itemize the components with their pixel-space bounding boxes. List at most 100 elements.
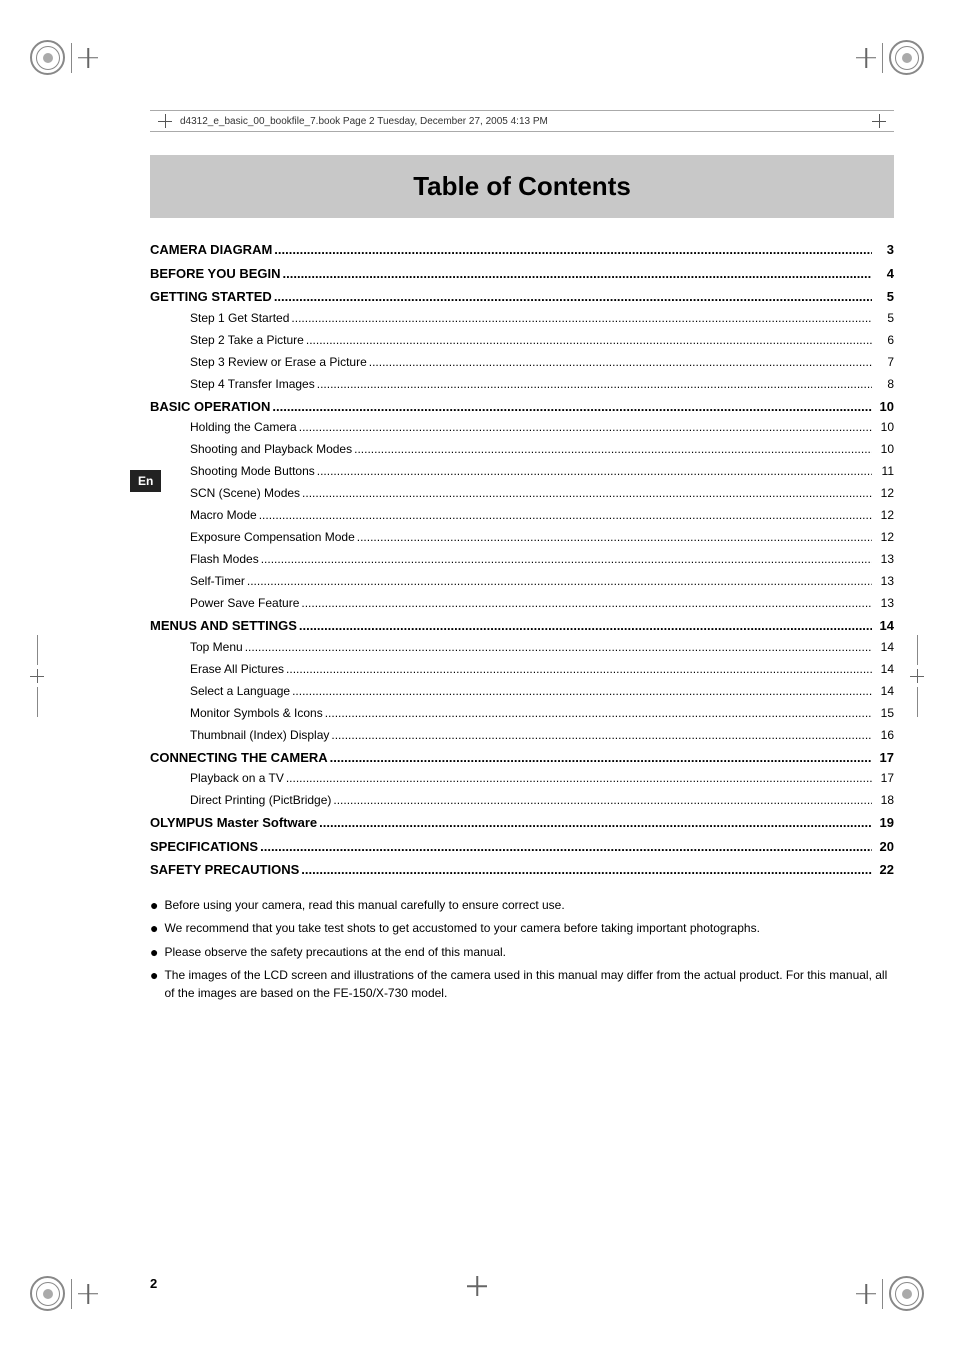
top-right-crosshair <box>856 48 876 68</box>
note-item: ●We recommend that you take test shots t… <box>150 919 894 939</box>
bottom-left-circle <box>30 1276 65 1311</box>
toc-label: BASIC OPERATION <box>150 397 270 417</box>
toc-entry: SCN (Scene) Modes.......................… <box>150 484 894 502</box>
toc-label: Power Save Feature <box>190 594 299 612</box>
toc-dots: ........................................… <box>245 638 872 656</box>
toc-label: Monitor Symbols & Icons <box>190 704 323 722</box>
toc-page: 13 <box>874 594 894 612</box>
toc-page: 13 <box>874 550 894 568</box>
toc-dots: ........................................… <box>274 240 872 260</box>
toc-dots: ........................................… <box>291 309 872 327</box>
toc-label: GETTING STARTED <box>150 287 272 307</box>
toc-page: 3 <box>874 240 894 260</box>
toc-entry: Power Save Feature......................… <box>150 594 894 612</box>
toc-page: 10 <box>874 397 894 417</box>
note-item: ● Please observe the safety precautions a… <box>150 943 894 963</box>
toc-entry: SAFETY PRECAUTIONS......................… <box>150 860 894 880</box>
toc-entry: CAMERA DIAGRAM..........................… <box>150 240 894 260</box>
toc-dots: ........................................… <box>283 264 872 284</box>
toc-entry: GETTING STARTED.........................… <box>150 287 894 307</box>
note-text: Please observe the safety precautions at… <box>164 943 506 961</box>
toc-label: Erase All Pictures <box>190 660 284 678</box>
toc-label: Shooting and Playback Modes <box>190 440 352 458</box>
toc-label: BEFORE YOU BEGIN <box>150 264 281 284</box>
toc-page: 17 <box>874 769 894 787</box>
toc-label: Step 4 Transfer Images <box>190 375 315 393</box>
toc-dots: ........................................… <box>317 375 872 393</box>
toc-label: Direct Printing (PictBridge) <box>190 791 331 809</box>
bottom-right-circle <box>889 1276 924 1311</box>
toc-dots: ........................................… <box>247 572 872 590</box>
toc-label: Exposure Compensation Mode <box>190 528 355 546</box>
toc-title: Table of Contents <box>170 171 874 202</box>
toc-page: 14 <box>874 660 894 678</box>
toc-dots: ........................................… <box>306 331 872 349</box>
toc-entry: Step 4 Transfer Images..................… <box>150 375 894 393</box>
toc-page: 12 <box>874 506 894 524</box>
toc-entry: Step 1 Get Started......................… <box>150 309 894 327</box>
file-info-bar: d4312_e_basic_00_bookfile_7.book Page 2 … <box>150 110 894 132</box>
toc-page: 19 <box>874 813 894 833</box>
toc-label: Step 1 Get Started <box>190 309 289 327</box>
toc-dots: ........................................… <box>302 484 872 502</box>
toc-dots: ........................................… <box>261 550 872 568</box>
toc-dots: ........................................… <box>354 440 872 458</box>
toc-page: 14 <box>874 638 894 656</box>
toc-page: 11 <box>874 462 894 480</box>
note-bullet: ● <box>150 896 158 916</box>
toc-dots: ........................................… <box>325 704 872 722</box>
toc-label: Playback on a TV <box>190 769 284 787</box>
note-item: ● The images of the LCD screen and illust… <box>150 966 894 1002</box>
toc-dots: ........................................… <box>299 616 872 636</box>
toc-label: Step 3 Review or Erase a Picture <box>190 353 367 371</box>
toc-entry: Holding the Camera......................… <box>150 418 894 436</box>
note-text: The images of the LCD screen and illustr… <box>164 966 894 1002</box>
file-info-crosshair <box>158 114 172 128</box>
toc-entry: CONNECTING THE CAMERA...................… <box>150 748 894 768</box>
toc-page: 17 <box>874 748 894 768</box>
top-left-circle <box>30 40 65 75</box>
toc-entry: Direct Printing (PictBridge)............… <box>150 791 894 809</box>
toc-entry: SPECIFICATIONS..........................… <box>150 837 894 857</box>
toc-dots: ........................................… <box>286 769 872 787</box>
toc-entry: Step 2 Take a Picture...................… <box>150 331 894 349</box>
note-bullet: ● <box>150 966 158 986</box>
toc-label: SPECIFICATIONS <box>150 837 258 857</box>
toc-page: 10 <box>874 418 894 436</box>
toc-entry: BEFORE YOU BEGIN........................… <box>150 264 894 284</box>
toc-page: 4 <box>874 264 894 284</box>
file-info-crosshair-right <box>872 114 886 128</box>
toc-dots: ........................................… <box>292 682 872 700</box>
toc-page: 14 <box>874 616 894 636</box>
toc-label: Top Menu <box>190 638 243 656</box>
toc-entry: OLYMPUS Master Software.................… <box>150 813 894 833</box>
toc-entry: Shooting Mode Buttons...................… <box>150 462 894 480</box>
toc-page: 6 <box>874 331 894 349</box>
bottom-right-crosshair <box>856 1284 876 1304</box>
content-area: Table of Contents CAMERA DIAGRAM........… <box>150 155 894 1251</box>
toc-dots: ........................................… <box>301 594 872 612</box>
bottom-marks <box>0 1276 954 1311</box>
bottom-left-crosshair <box>78 1284 98 1304</box>
toc-dots: ........................................… <box>260 837 872 857</box>
toc-page: 15 <box>874 704 894 722</box>
toc-page: 8 <box>874 375 894 393</box>
toc-entry: MENUS AND SETTINGS......................… <box>150 616 894 636</box>
toc-dots: ........................................… <box>301 860 872 880</box>
toc-page: 14 <box>874 682 894 700</box>
toc-page: 16 <box>874 726 894 744</box>
toc-label: Select a Language <box>190 682 290 700</box>
note-bullet: ● <box>150 943 158 963</box>
notes-section: ●Before using your camera, read this man… <box>150 896 894 1003</box>
toc-dots: ........................................… <box>317 462 872 480</box>
toc-entry: Macro Mode..............................… <box>150 506 894 524</box>
toc-page: 13 <box>874 572 894 590</box>
toc-page: 10 <box>874 440 894 458</box>
toc-dots: ........................................… <box>259 506 872 524</box>
toc-dots: ........................................… <box>369 353 872 371</box>
toc-label: Self-Timer <box>190 572 245 590</box>
toc-label: CAMERA DIAGRAM <box>150 240 272 260</box>
toc-label: SAFETY PRECAUTIONS <box>150 860 299 880</box>
toc-entry: Self-Timer..............................… <box>150 572 894 590</box>
note-text: We recommend that you take test shots to… <box>164 919 759 937</box>
